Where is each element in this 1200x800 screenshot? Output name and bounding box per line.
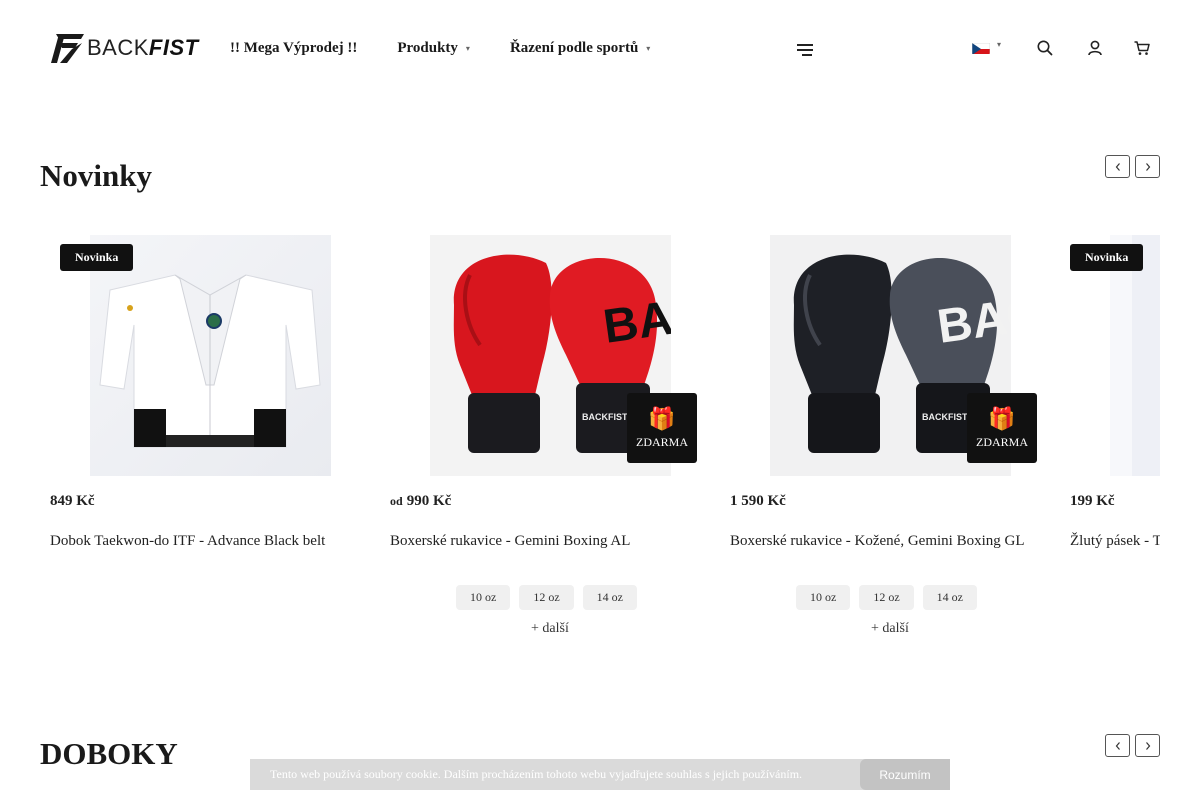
- user-icon[interactable]: [1086, 39, 1104, 57]
- section-title-doboky: DOBOKY: [40, 736, 178, 771]
- product-price-value: 1 590 Kč: [730, 493, 786, 509]
- product-image-yellow-belt[interactable]: [1110, 235, 1160, 476]
- nav-item-razeni-podle-sportu[interactable]: Řazení podle sportů ▾: [510, 40, 650, 57]
- accept-cookies-button[interactable]: Rozumím: [860, 759, 950, 790]
- chevron-down-icon: ▾: [646, 44, 651, 53]
- novinka-badge: Novinka: [60, 244, 134, 271]
- svg-text:BACKFIST: BACKFIST: [582, 412, 628, 422]
- menu-icon[interactable]: [797, 44, 813, 56]
- carousel-prev-button[interactable]: [1105, 155, 1130, 178]
- product-name-link[interactable]: Žlutý pásek - Taekwon-do ITF: [1070, 533, 1160, 550]
- size-chip[interactable]: 10 oz: [796, 585, 851, 610]
- svg-text:BACKFIST: BACKFIST: [922, 412, 968, 422]
- size-chip[interactable]: 10 oz: [456, 585, 511, 610]
- chevron-down-icon: ▾: [465, 44, 470, 53]
- carousel-next-button[interactable]: [1135, 155, 1160, 178]
- product-price: od 990 Kč: [390, 493, 451, 510]
- chevron-right-icon: [1145, 162, 1150, 171]
- product-image-dobok[interactable]: [90, 235, 331, 476]
- product-name-link[interactable]: Boxerské rukavice - Kožené, Gemini Boxin…: [730, 533, 1025, 550]
- logo-fist-text: FIST: [148, 35, 199, 60]
- product-price: 1 590 Kč: [730, 493, 786, 510]
- nav-item-label: Řazení podle sportů: [509, 40, 639, 56]
- size-chip[interactable]: 12 oz: [519, 585, 574, 610]
- nav-item-label: Produkty: [397, 40, 458, 56]
- size-options: 10 oz 12 oz 14 oz: [796, 585, 986, 610]
- logo-wordmark: BACK FIST: [87, 35, 199, 61]
- chevron-down-icon[interactable]: ▾: [997, 40, 1001, 49]
- size-chip[interactable]: 14 oz: [922, 585, 977, 610]
- product-price-value: 199 Kč: [1070, 493, 1115, 509]
- product-name-link[interactable]: Boxerské rukavice - Gemini Boxing AL: [390, 533, 630, 550]
- chevron-right-icon: [1145, 741, 1150, 750]
- free-label: ZDARMA: [635, 434, 688, 449]
- chevron-left-icon: [1115, 162, 1120, 171]
- size-chip[interactable]: 14 oz: [582, 585, 637, 610]
- product-card-clipped: Novinka 199 Kč Žlutý pásek - Taekwon-do …: [1060, 235, 1160, 655]
- main-nav: !! Mega Výprodej !! Produkty ▾ Řazení po…: [230, 40, 690, 57]
- cookie-notice-text: Tento web používá soubory cookie. Dalším…: [270, 767, 803, 781]
- site-header: BACK FIST !! Mega Výprodej !! Produkty ▾ …: [0, 0, 1200, 100]
- section-title-novinky: Novinky: [40, 158, 152, 193]
- logo-mark-icon: [51, 34, 84, 63]
- more-sizes-link[interactable]: + další: [871, 621, 909, 637]
- free-label: ZDARMA: [975, 434, 1028, 449]
- product-price-value: 990 Kč: [406, 493, 452, 509]
- product-price-value: 849 Kč: [50, 493, 95, 509]
- product-price: 849 Kč: [50, 493, 95, 510]
- backfist-logo[interactable]: BACK FIST: [50, 32, 199, 64]
- price-prefix: od: [390, 494, 403, 508]
- nav-item-mega-vyprodej[interactable]: !! Mega Výprodej !!: [230, 40, 357, 57]
- gift-icon: 🎁: [988, 405, 1016, 431]
- search-icon[interactable]: [1036, 39, 1054, 57]
- free-shipping-badge: 🎁 ZDARMA: [967, 393, 1037, 463]
- product-name-link[interactable]: Dobok Taekwon-do ITF - Advance Black bel…: [50, 533, 325, 550]
- carousel-prev-button[interactable]: [1105, 734, 1130, 757]
- nav-item-label: !! Mega Výprodej !!: [230, 40, 358, 56]
- product-price: 199 Kč: [1070, 493, 1115, 510]
- gift-icon: 🎁: [648, 405, 676, 431]
- cart-icon[interactable]: [1133, 39, 1151, 57]
- more-sizes-link[interactable]: + další: [531, 621, 569, 637]
- cookie-consent-bar: Tento web používá soubory cookie. Dalším…: [250, 759, 950, 790]
- czech-flag-icon[interactable]: [972, 42, 990, 54]
- nav-item-produkty[interactable]: Produkty ▾: [397, 40, 470, 57]
- chevron-left-icon: [1115, 741, 1120, 750]
- carousel-next-button[interactable]: [1135, 734, 1160, 757]
- size-chip[interactable]: 12 oz: [859, 585, 914, 610]
- novinka-badge: Novinka: [1070, 244, 1144, 271]
- free-shipping-badge: 🎁 ZDARMA: [627, 393, 697, 463]
- logo-back-text: BACK: [87, 35, 149, 60]
- size-options: 10 oz 12 oz 14 oz: [456, 585, 646, 610]
